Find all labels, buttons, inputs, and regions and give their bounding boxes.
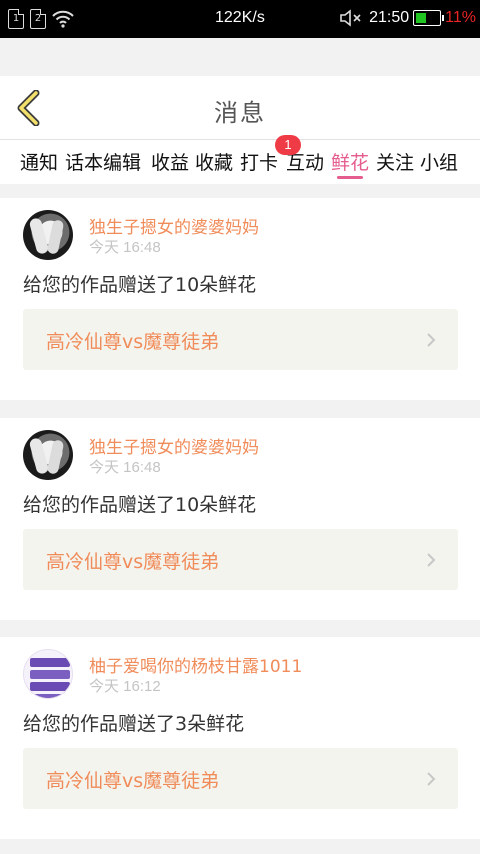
message-card: 独生子摁女的婆婆妈妈 今天 16:48 给您的作品赠送了10朵鲜花 高冷仙尊vs… [0,418,480,620]
speaker-muted-icon [340,9,361,27]
sender-name[interactable]: 独生子摁女的婆婆妈妈 [89,433,259,458]
page-title: 消息 [214,99,266,127]
tab-favorites[interactable]: 收藏 [195,148,233,175]
chevron-right-icon [427,772,436,786]
avatar[interactable] [23,430,73,480]
tab-bar: 通知 话本编辑 收益 收藏 打卡 互动 鲜花 关注 小组 1 [0,135,480,184]
battery-icon [413,10,445,26]
unread-badge: 1 [275,135,301,155]
wifi-icon [52,10,74,28]
chevron-right-icon [427,333,436,347]
status-left: 1 2 [8,9,74,29]
message-time: 今天 16:48 [89,459,161,476]
active-tab-indicator [337,176,363,179]
tab-checkin[interactable]: 打卡 [240,148,278,175]
sender-name[interactable]: 独生子摁女的婆婆妈妈 [89,213,259,238]
tab-earnings[interactable]: 收益 [151,148,189,175]
tab-script-edit[interactable]: 话本编辑 [65,148,141,175]
clock: 21:50 [369,9,410,26]
status-right: 21:50 11% [339,9,476,27]
sim-1-icon: 1 [8,9,24,29]
message-text: 给您的作品赠送了10朵鲜花 [23,494,257,516]
work-link[interactable]: 高冷仙尊vs魔尊徒弟 [23,748,458,809]
avatar[interactable] [23,210,73,260]
message-time: 今天 16:12 [89,678,161,695]
tab-following[interactable]: 关注 [376,148,414,175]
work-title: 高冷仙尊vs魔尊徒弟 [46,770,220,792]
message-card: 柚子爱喝你的杨枝甘露1011 今天 16:12 给您的作品赠送了3朵鲜花 高冷仙… [0,637,480,839]
network-speed: 122K/s [215,9,265,26]
work-link[interactable]: 高冷仙尊vs魔尊徒弟 [23,309,458,370]
message-text: 给您的作品赠送了10朵鲜花 [23,274,257,296]
avatar[interactable] [23,649,73,699]
work-title: 高冷仙尊vs魔尊徒弟 [46,331,220,353]
tab-groups[interactable]: 小组 [420,148,458,175]
app-header: 消息 [0,76,480,140]
sender-name[interactable]: 柚子爱喝你的杨枝甘露1011 [89,652,302,677]
message-text: 给您的作品赠送了3朵鲜花 [23,713,245,735]
message-card: 独生子摁女的婆婆妈妈 今天 16:48 给您的作品赠送了10朵鲜花 高冷仙尊vs… [0,198,480,400]
work-link[interactable]: 高冷仙尊vs魔尊徒弟 [23,529,458,590]
message-time: 今天 16:48 [89,239,161,256]
work-title: 高冷仙尊vs魔尊徒弟 [46,551,220,573]
status-bar: 1 2 122K/s 21:50 11% [0,0,480,38]
chevron-right-icon [427,553,436,567]
tab-flowers[interactable]: 鲜花 [331,148,369,175]
sim-2-icon: 2 [30,9,46,29]
battery-percent: 11% [445,9,476,26]
tab-notice[interactable]: 通知 [20,148,58,175]
